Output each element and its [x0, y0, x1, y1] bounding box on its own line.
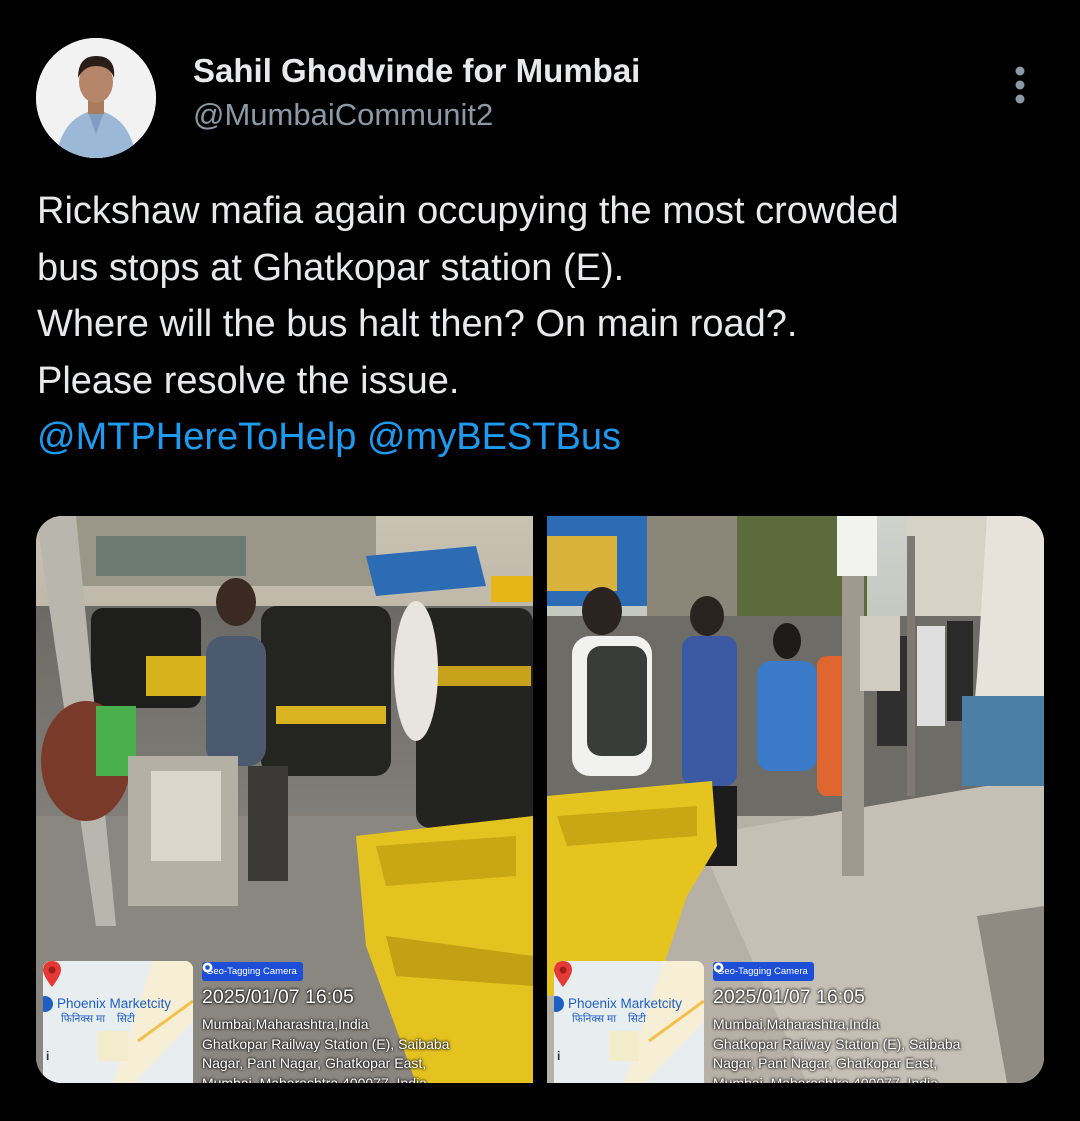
more-options-button[interactable]: [1000, 60, 1040, 110]
address-line: Mumbai, Maharashtra 400077, India: [713, 1074, 938, 1084]
tweet-photo-1[interactable]: Phoenix Marketcity फिनिक्स मा सिटी i Geo-…: [36, 516, 533, 1083]
address-line: Ghatkopar Railway Station (E), Saibaba: [202, 1035, 450, 1052]
map-info-icon: i: [46, 1049, 50, 1063]
tweet-media: Phoenix Marketcity फिनिक्स मा सिटी i Geo-…: [36, 516, 1044, 1083]
geotag-datetime: 2025/01/07 16:05: [713, 986, 865, 1008]
map-place-label: Phoenix Marketcity: [57, 996, 172, 1011]
map-pin-icon: [554, 961, 572, 987]
address-line: Mumbai, Maharashtra 400077, India: [202, 1074, 427, 1084]
mentions-line: @MTPHereToHelp @myBESTBus: [37, 409, 1062, 466]
geotag-badge-label: Geo-Tagging Camera: [717, 966, 808, 977]
geotag-datetime: 2025/01/07 16:05: [202, 986, 354, 1008]
map-place-label-hindi: फिनिक्स मा सिटी: [572, 1013, 646, 1025]
map-pin-icon: [43, 961, 61, 987]
more-vertical-icon: [1015, 66, 1025, 104]
tweet-line: bus stops at Ghatkopar station (E).: [37, 246, 625, 289]
tweet-line: Rickshaw mafia again occupying the most …: [37, 190, 899, 232]
tweet-line: Please resolve the issue.: [37, 359, 460, 402]
author-handle[interactable]: @MumbaiCommunit2: [193, 97, 493, 133]
geotag-badge: Geo-Tagging Camera: [713, 962, 814, 981]
geotag-address: Mumbai,Maharashtra,India Ghatkopar Railw…: [202, 1015, 532, 1083]
address-line: Mumbai,Maharashtra,India: [713, 1016, 880, 1032]
map-info-icon: i: [557, 1049, 561, 1063]
geotag-badge-label: Geo-Tagging Camera: [206, 966, 297, 977]
map-place-label: Phoenix Marketcity: [568, 996, 683, 1011]
tweet-photo-2[interactable]: Phoenix Marketcity फिनिक्स मा सिटी i Geo-…: [547, 516, 1044, 1083]
geotag-badge: Geo-Tagging Camera: [202, 962, 303, 981]
tweet-line: Where will the bus halt then? On main ro…: [37, 303, 798, 345]
camera-icon: [202, 962, 213, 973]
address-line: Ghatkopar Railway Station (E), Saibaba: [713, 1035, 961, 1052]
map-place-label-hindi: फिनिक्स मा सिटी: [61, 1013, 135, 1025]
mention-mtp[interactable]: @MTPHereToHelp: [37, 416, 356, 458]
location-map-thumbnail[interactable]: Phoenix Marketcity फिनिक्स मा सिटी i: [554, 961, 704, 1083]
tweet-text: Rickshaw mafia again occupying the most …: [37, 183, 1062, 466]
author-avatar[interactable]: [36, 38, 156, 158]
mention-best[interactable]: @myBESTBus: [367, 416, 621, 458]
address-line: Nagar, Pant Nagar, Ghatkopar East,: [202, 1055, 427, 1071]
location-map-thumbnail[interactable]: Phoenix Marketcity फिनिक्स मा सिटी i: [43, 961, 193, 1083]
address-line: Mumbai,Maharashtra,India: [202, 1016, 369, 1032]
author-name[interactable]: Sahil Ghodvinde for Mumbai: [193, 52, 640, 90]
camera-icon: [713, 962, 724, 973]
avatar-image: [36, 38, 156, 158]
geotag-address: Mumbai,Maharashtra,India Ghatkopar Railw…: [713, 1015, 1043, 1083]
address-line: Nagar, Pant Nagar, Ghatkopar East,: [713, 1055, 938, 1071]
